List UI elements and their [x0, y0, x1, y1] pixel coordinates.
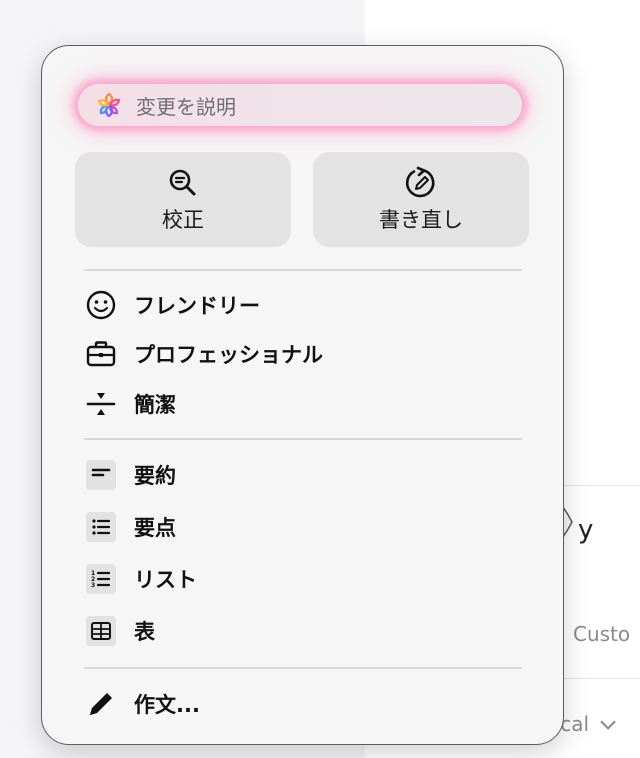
menu-item-concise[interactable]: 簡潔 — [84, 384, 176, 424]
magnifier-text-icon — [166, 166, 200, 200]
menu-divider — [84, 269, 522, 271]
background-text-fragment: y — [578, 515, 594, 545]
rewrite-button[interactable]: 書き直し — [313, 152, 529, 247]
pencil-icon — [84, 687, 118, 721]
menu-item-label: 表 — [134, 620, 155, 644]
apple-intelligence-icon — [94, 90, 124, 120]
briefcase-icon — [84, 337, 118, 371]
menu-item-table[interactable]: 表 — [84, 611, 155, 651]
compress-icon — [84, 387, 118, 421]
smiley-icon — [84, 288, 118, 322]
menu-item-summary[interactable]: 要約 — [84, 455, 176, 495]
menu-item-label: 要点 — [134, 516, 176, 540]
background-divider — [560, 485, 640, 486]
menu-item-label: フレンドリー — [134, 294, 260, 318]
proofread-label: 校正 — [162, 207, 204, 232]
menu-item-label: 作文... — [134, 693, 200, 717]
proofread-button[interactable]: 校正 — [75, 152, 291, 247]
menu-item-professional[interactable]: プロフェッショナル — [84, 334, 323, 374]
background-custom-label: Custo — [573, 622, 631, 646]
menu-divider — [84, 667, 522, 669]
menu-divider — [84, 438, 522, 440]
menu-item-label: リスト — [134, 568, 197, 592]
menu-item-label: 要約 — [134, 464, 176, 488]
svg-text:3: 3 — [91, 582, 95, 589]
rewrite-circle-icon — [404, 166, 438, 200]
bullet-list-icon — [84, 510, 118, 544]
menu-item-list[interactable]: 1 2 3 リスト — [84, 559, 197, 599]
table-icon — [84, 614, 118, 648]
menu-item-friendly[interactable]: フレンドリー — [84, 285, 260, 325]
menu-item-compose[interactable]: 作文... — [84, 684, 200, 724]
describe-change-placeholder: 変更を説明 — [136, 94, 236, 119]
menu-item-key-points[interactable]: 要点 — [84, 507, 176, 547]
background-divider — [560, 678, 640, 679]
menu-item-label: 簡潔 — [134, 393, 176, 417]
writing-tools-popover: 変更を説明 校正 書き直し フレンドリー プロフェッショナル 簡潔 要約 要点 … — [41, 45, 564, 745]
rewrite-label: 書き直し — [379, 207, 463, 232]
menu-item-label: プロフェッショナル — [134, 343, 323, 367]
describe-change-input[interactable]: 変更を説明 — [78, 84, 522, 126]
numbered-list-icon: 1 2 3 — [84, 562, 118, 596]
summary-icon — [84, 458, 118, 492]
